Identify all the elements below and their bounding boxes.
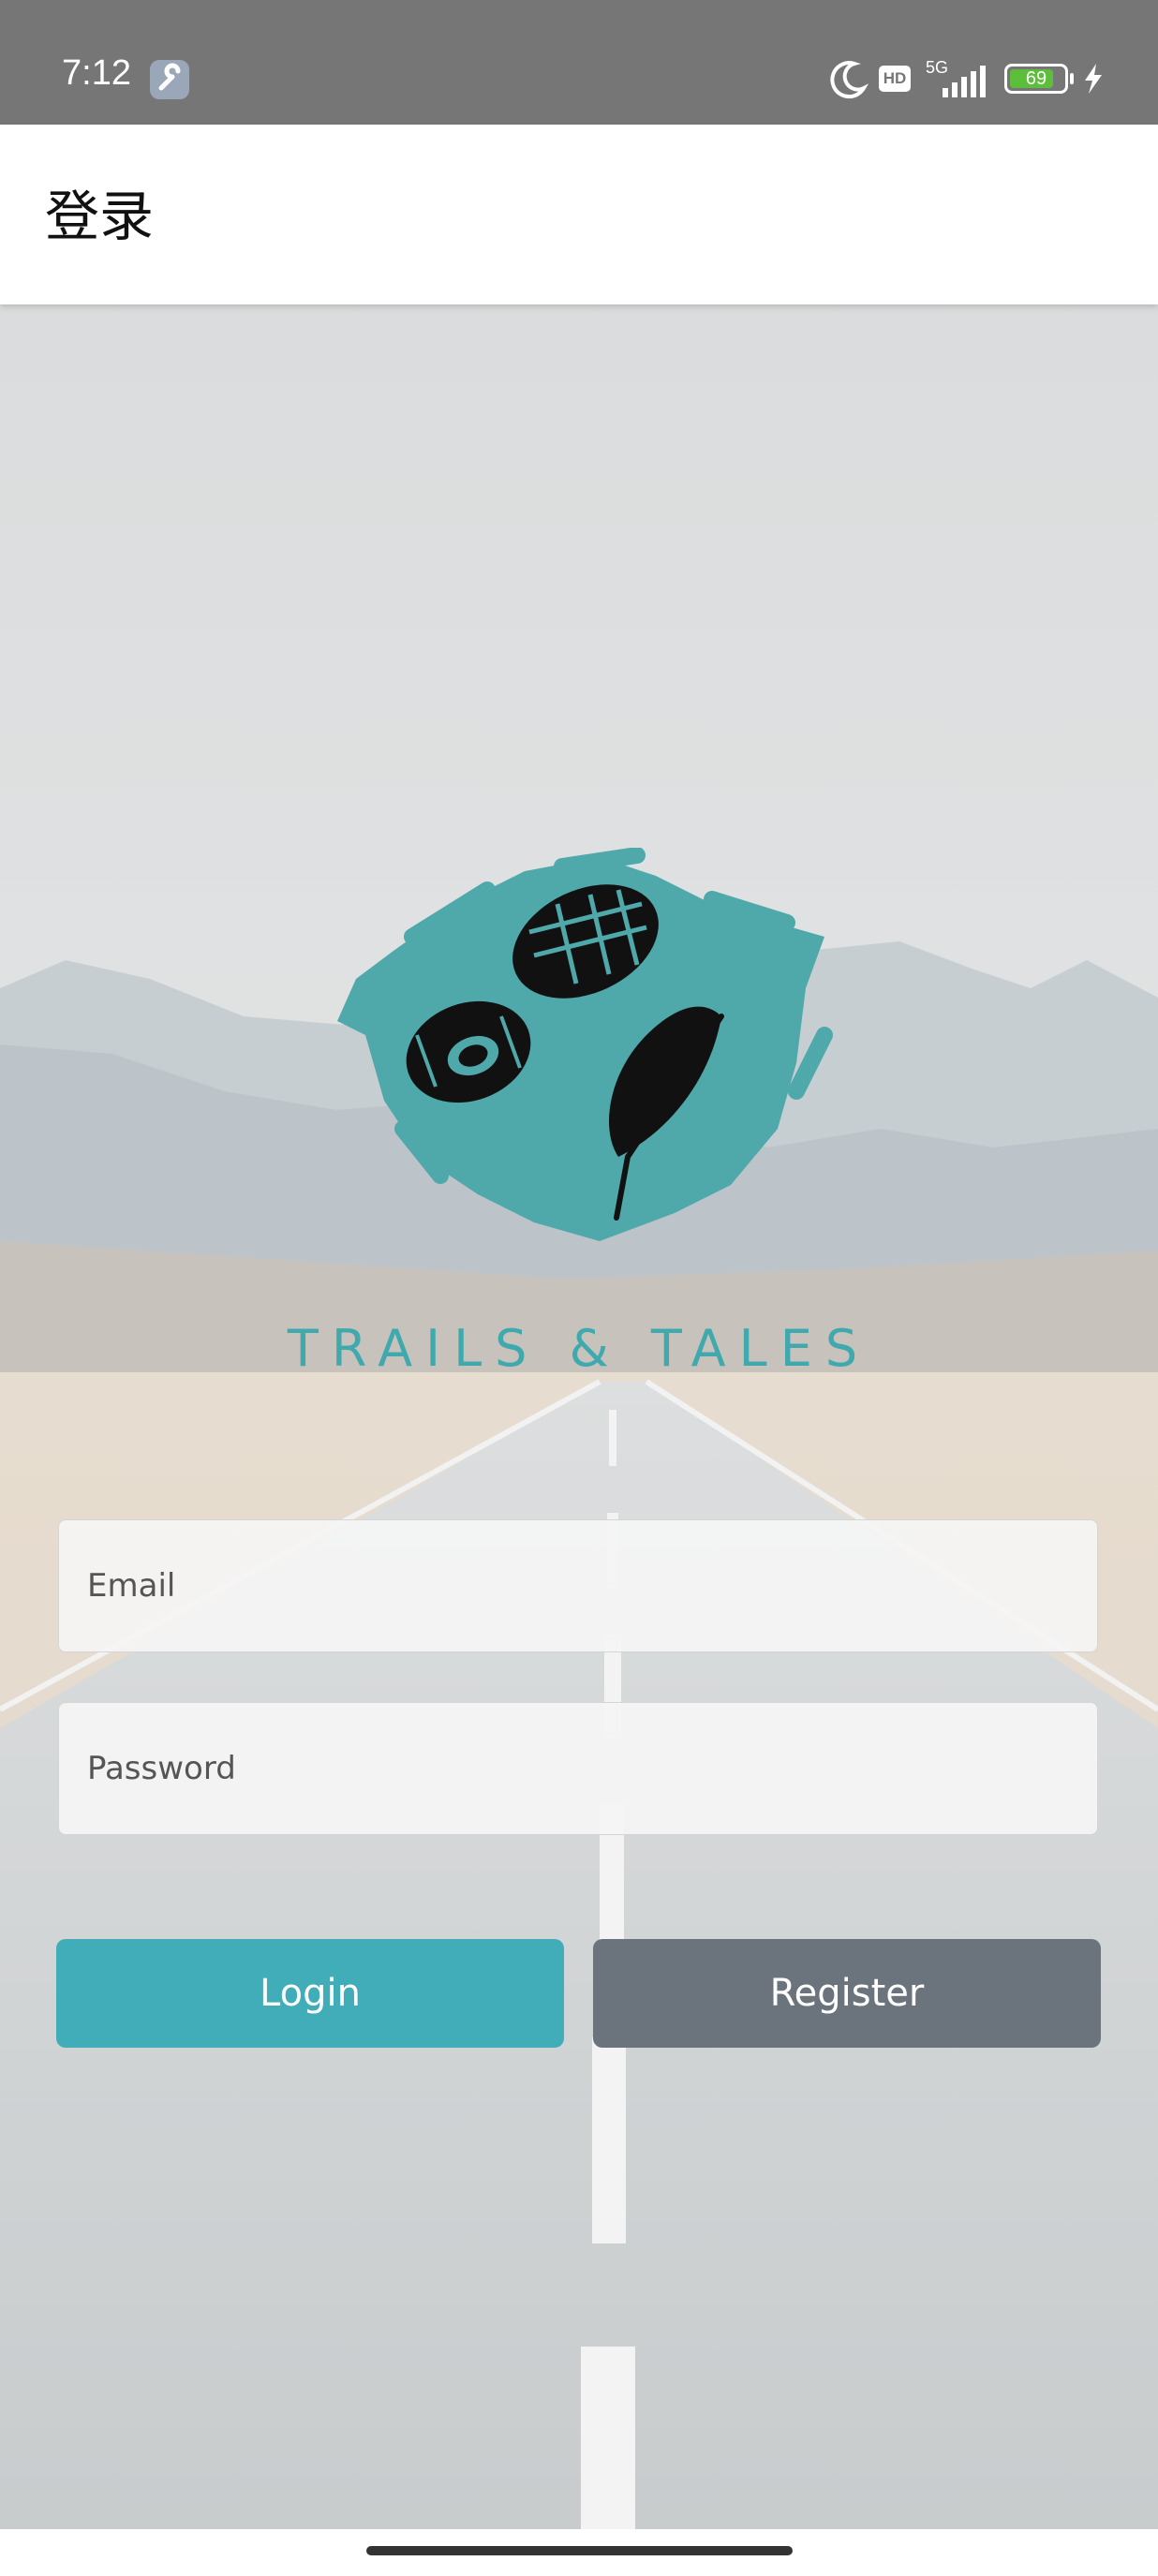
home-indicator[interactable]	[366, 2546, 793, 2555]
login-button[interactable]: Login	[56, 1939, 564, 2048]
hd-icon: HD	[879, 66, 911, 92]
wrench-icon	[150, 60, 189, 99]
brand-name: TRAILS & TALES	[287, 1319, 871, 1378]
signal-icon	[943, 66, 986, 97]
status-time: 7:12	[62, 53, 131, 93]
road-background-image	[0, 304, 1158, 2576]
status-bar: 7:12 HD 5G 69	[0, 0, 1158, 125]
password-input[interactable]	[58, 1702, 1098, 1835]
email-input[interactable]	[58, 1519, 1098, 1652]
page-title: 登录	[45, 185, 155, 248]
trails-and-tales-logo	[337, 848, 833, 1241]
battery-level-text: 69	[1025, 68, 1047, 89]
charging-icon	[1085, 64, 1102, 94]
app-bar: 登录	[0, 125, 1158, 304]
battery-icon: 69	[1004, 64, 1068, 94]
moon-icon	[830, 61, 869, 99]
battery-cap	[1070, 73, 1074, 84]
register-button[interactable]: Register	[593, 1939, 1101, 2048]
app-root: 7:12 HD 5G 69 登录 TRAILS & TALES Email Lo…	[0, 0, 1158, 2576]
